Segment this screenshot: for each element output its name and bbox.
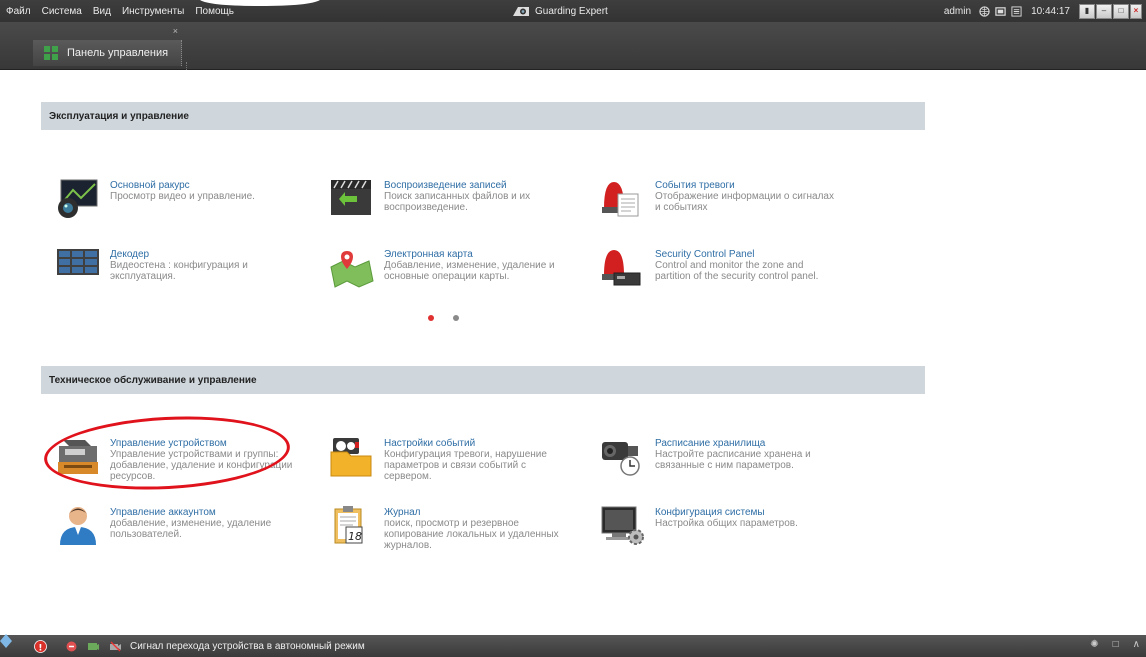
- section-header-operation: Эксплуатация и управление: [41, 102, 925, 130]
- module-description: Добавление, изменение, удаление и основн…: [384, 260, 555, 282]
- module-title: Журнал: [384, 507, 421, 518]
- current-user[interactable]: admin: [944, 6, 971, 17]
- control-panel-content: Эксплуатация и управление Основной ракур…: [0, 70, 1146, 635]
- app-title: Guarding Expert: [512, 2, 608, 20]
- app-title-text: Guarding Expert: [535, 5, 608, 17]
- tab-label: Панель управления: [67, 47, 169, 59]
- globe-icon[interactable]: [979, 5, 990, 17]
- module-storage-schedule[interactable]: Расписание хранилища Настройте расписани…: [600, 436, 845, 486]
- screen-icon[interactable]: [995, 6, 1006, 17]
- module-account-management[interactable]: Управление аккаунтом добавление, изменен…: [55, 505, 300, 555]
- menu-help[interactable]: Помощь: [195, 6, 234, 17]
- pin-icon[interactable]: ✺: [1090, 639, 1098, 650]
- tab-control-panel[interactable]: Панель управления ×: [33, 26, 182, 66]
- app-logo-icon: [513, 7, 529, 16]
- security-panel-icon: [602, 250, 641, 286]
- close-button[interactable]: ×: [1130, 3, 1142, 19]
- module-log[interactable]: 18 Журнал поиск, просмотр и резервное ко…: [329, 505, 574, 555]
- minimize-button[interactable]: –: [1096, 3, 1112, 19]
- module-description: Видеостена : конфигурация и эксплуатация…: [110, 260, 248, 282]
- module-title: Управление аккаунтом: [110, 507, 216, 518]
- module-description: Control and monitor the zone and partiti…: [655, 260, 819, 282]
- module-title: Конфигурация системы: [655, 507, 765, 518]
- module-description: Просмотр видео и управление.: [110, 191, 255, 202]
- module-playback[interactable]: Воспроизведение записей Поиск записанных…: [329, 178, 574, 228]
- device-management-icon: [58, 440, 98, 474]
- storage-schedule-icon: [602, 442, 640, 476]
- module-title: События тревоги: [655, 180, 735, 191]
- module-title: Основной ракурс: [110, 180, 190, 191]
- module-emap[interactable]: Электронная карта Добавление, изменение,…: [329, 247, 574, 297]
- playback-icon: [331, 180, 371, 215]
- control-panel-icon: [44, 46, 58, 60]
- section-header-maintenance: Техническое обслуживание и управление: [41, 366, 925, 394]
- module-description: Настройте расписание хранена и связанные…: [655, 449, 811, 471]
- menu-tools[interactable]: Инструменты: [122, 6, 184, 17]
- device-offline-icon[interactable]: [109, 640, 122, 653]
- emap-icon: [330, 251, 374, 288]
- pagination-dot-2[interactable]: [453, 315, 459, 321]
- maximize-button[interactable]: □: [1113, 3, 1129, 19]
- camera-view-icon: [58, 179, 98, 218]
- pagination-dot-1[interactable]: [428, 315, 434, 321]
- account-icon: [60, 507, 96, 545]
- expand-icon[interactable]: ∧: [1133, 639, 1140, 650]
- module-description: Поиск записанных файлов и их воспроизвед…: [384, 191, 531, 213]
- module-alarm-events[interactable]: События тревоги Отображение информации о…: [600, 178, 845, 228]
- module-title: Управление устройством: [110, 438, 227, 449]
- module-title: Воспроизведение записей: [384, 180, 507, 191]
- menu-file[interactable]: Файл: [6, 6, 31, 17]
- clock: 10:44:17: [1031, 5, 1070, 17]
- svg-text:!: !: [38, 643, 42, 653]
- module-title: Декодер: [110, 249, 150, 260]
- restore-icon[interactable]: □: [1113, 639, 1119, 650]
- log-icon: 18: [334, 506, 363, 544]
- module-security-control-panel[interactable]: Security Control Panel Control and monit…: [600, 247, 845, 297]
- alarm-sound-icon[interactable]: [65, 640, 78, 653]
- svg-text:18: 18: [348, 530, 362, 543]
- decoder-icon: [57, 249, 99, 275]
- module-description: добавление, изменение, удаление пользова…: [110, 518, 272, 540]
- system-config-icon: [601, 506, 644, 545]
- tab-close-icon[interactable]: ×: [173, 26, 178, 36]
- module-event-settings[interactable]: Настройки событий Конфигурация тревоги, …: [329, 436, 574, 486]
- ram-icon[interactable]: [1011, 5, 1022, 17]
- event-settings-icon: [330, 438, 372, 477]
- module-title: Электронная карта: [384, 249, 473, 260]
- module-title: Security Control Panel: [655, 249, 755, 260]
- module-decoder[interactable]: Декодер Видеостена : конфигурация и эксп…: [55, 247, 300, 297]
- menu-system[interactable]: Система: [42, 6, 82, 17]
- module-description: Настройка общих параметров.: [655, 518, 798, 529]
- alarm-event-icon: [602, 182, 639, 217]
- warning-icon[interactable]: !: [34, 639, 47, 653]
- module-description: Управление устройствами и группы: добавл…: [110, 449, 293, 482]
- module-description: Отображение информации о сигналах и собы…: [655, 191, 834, 213]
- module-description: поиск, просмотр и резервное копирование …: [384, 518, 559, 551]
- status-bar: ! Сигнал перехода устройства в автономны…: [0, 635, 1146, 657]
- menu-view[interactable]: Вид: [93, 6, 111, 17]
- menu-bar: Файл Система Вид Инструменты Помощь: [6, 0, 245, 22]
- decoration-diamond: [0, 634, 12, 648]
- module-main-view[interactable]: Основной ракурс Просмотр видео и управле…: [55, 178, 300, 228]
- status-bar-controls: ✺ □ ∧: [1076, 639, 1140, 650]
- module-title: Расписание хранилища: [655, 438, 766, 449]
- module-title: Настройки событий: [384, 438, 476, 449]
- lock-button[interactable]: ▮: [1079, 3, 1095, 19]
- module-system-config[interactable]: Конфигурация системы Настройка общих пар…: [600, 505, 845, 555]
- tab-bar: Панель управления ×: [0, 22, 1146, 88]
- camera-alarm-icon[interactable]: [87, 640, 100, 653]
- module-device-management[interactable]: Управление устройством Управление устрой…: [55, 436, 300, 486]
- top-right-area: admin 10:44:17 ▮ – □ ×: [944, 0, 1142, 22]
- status-message: Сигнал перехода устройства в автономный …: [130, 640, 365, 652]
- module-description: Конфигурация тревоги, нарушение параметр…: [384, 449, 547, 482]
